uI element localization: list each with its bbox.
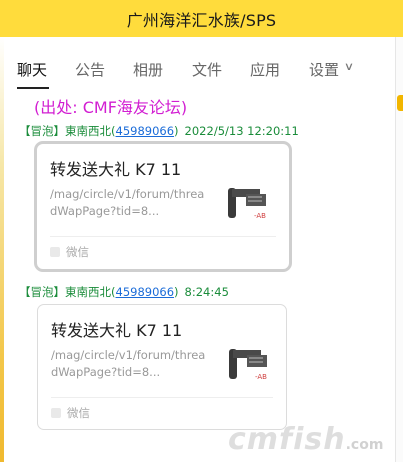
wechat-icon	[50, 247, 60, 257]
desk-lamp-icon: -AB	[229, 349, 267, 381]
card-title: 转发送大礼 K7 11	[51, 321, 183, 340]
tab-announcements[interactable]: 公告	[75, 59, 105, 80]
desk-lamp-icon: -AB	[228, 188, 266, 220]
tab-bar: 聊天 公告 相册 文件 应用 设置 ∨	[0, 49, 394, 91]
card-divider	[51, 397, 273, 398]
shared-link-card[interactable]: 转发送大礼 K7 11 /mag/circle/v1/forum/threadW…	[37, 304, 287, 430]
wechat-icon	[51, 408, 61, 418]
site-watermark: cmfish.com	[228, 422, 383, 457]
active-tab-indicator	[17, 87, 49, 89]
sender-nickname-close: )	[174, 285, 179, 299]
message-timestamp: 8:24:45	[184, 285, 229, 299]
tab-chat[interactable]: 聊天	[17, 59, 47, 80]
svg-text:-AB: -AB	[255, 373, 267, 381]
tab-settings[interactable]: 设置	[309, 59, 339, 80]
chevron-down-icon[interactable]: ∨	[344, 60, 354, 73]
card-footer: 微信	[50, 244, 89, 260]
window-title: 广州海洋汇水族/SPS	[126, 10, 277, 30]
sender-nickname-close: )	[174, 124, 179, 138]
right-side-panel-edge[interactable]	[395, 37, 403, 462]
tab-apps[interactable]: 应用	[250, 59, 280, 80]
message-tag: 【冒泡】	[19, 124, 65, 138]
message-header: 【冒泡】東南西北(45989066) 2022/5/13 12:20:11	[19, 123, 299, 139]
left-edge-decoration	[0, 37, 4, 462]
sender-qq-link[interactable]: 45989066	[116, 124, 175, 138]
watermark-suffix: .com	[345, 437, 384, 453]
message-tag: 【冒泡】	[19, 285, 65, 299]
sender-qq-link[interactable]: 45989066	[116, 285, 175, 299]
tab-files[interactable]: 文件	[192, 59, 222, 80]
tab-album[interactable]: 相册	[133, 59, 163, 80]
card-footer: 微信	[51, 405, 90, 421]
card-url: /mag/circle/v1/forum/threadWapPage?tid=8…	[51, 348, 206, 379]
sender-nickname[interactable]: 東南西北(	[65, 124, 116, 138]
card-url: /mag/circle/v1/forum/threadWapPage?tid=8…	[50, 187, 205, 218]
card-app-name: 微信	[66, 245, 89, 259]
card-divider	[50, 236, 276, 237]
svg-text:-AB: -AB	[254, 212, 266, 220]
window-title-bar: 广州海洋汇水族/SPS	[0, 0, 403, 37]
sender-nickname[interactable]: 東南西北(	[65, 285, 116, 299]
watermark-text: cmfish	[228, 422, 346, 457]
shared-link-card[interactable]: 转发送大礼 K7 11 /mag/circle/v1/forum/threadW…	[34, 141, 292, 272]
card-title: 转发送大礼 K7 11	[50, 160, 182, 179]
side-panel-tab[interactable]	[397, 95, 403, 111]
card-app-name: 微信	[67, 406, 90, 420]
source-note: (出处: CMF海友论坛)	[34, 98, 188, 117]
message-timestamp: 2022/5/13 12:20:11	[184, 124, 299, 138]
message-header: 【冒泡】東南西北(45989066) 8:24:45	[19, 284, 229, 300]
